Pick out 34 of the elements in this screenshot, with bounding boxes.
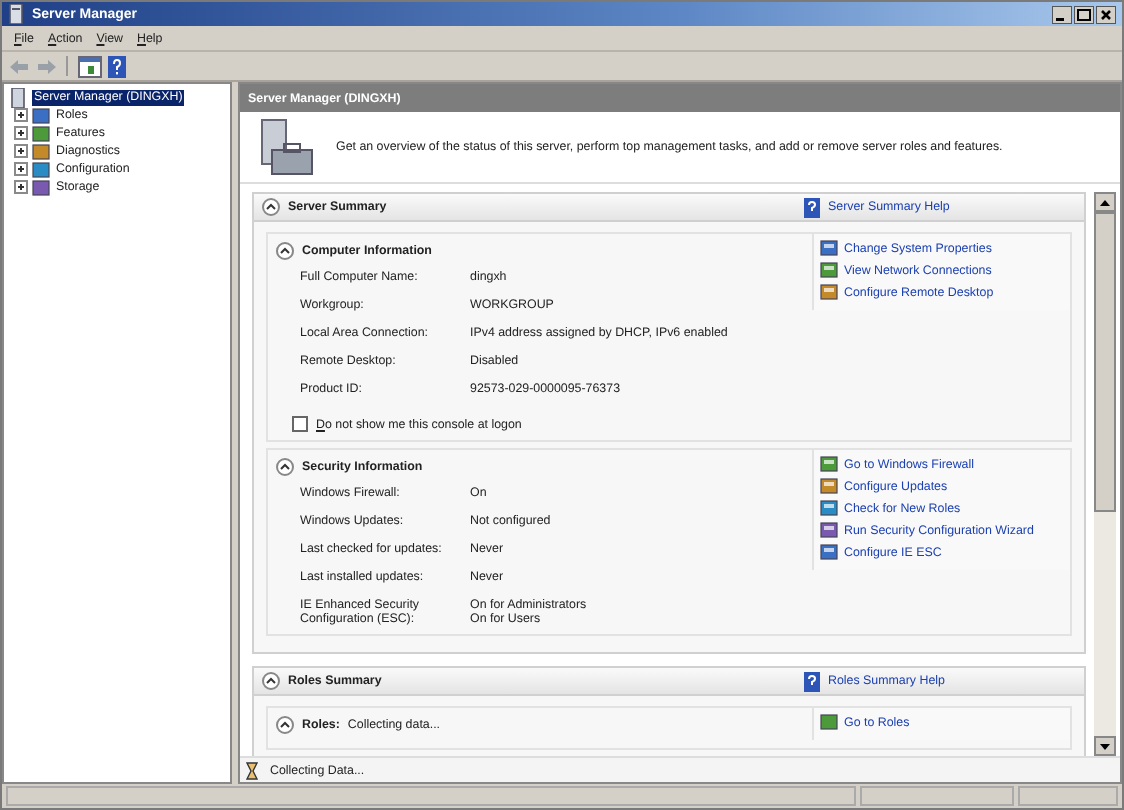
expand-icon[interactable] [14,180,28,194]
task-icon [820,240,838,256]
console-tree-icon[interactable] [78,55,102,77]
task-icon [820,456,838,472]
help-icon [804,671,820,691]
task-icon [820,714,838,730]
help-icon[interactable] [108,55,126,77]
expand-icon[interactable] [14,162,28,176]
server-toolbox-icon [256,117,316,177]
task-icon [820,500,838,516]
collapse-icon[interactable] [262,672,280,690]
checkbox[interactable] [292,416,308,432]
scrollbar[interactable] [1094,192,1116,756]
expand-icon[interactable] [14,108,28,122]
server-icon [8,4,26,24]
help-icon [804,197,820,217]
task-icon [820,544,838,560]
minimize-button[interactable] [1052,5,1072,23]
collapse-icon[interactable] [276,457,294,475]
collapse-icon[interactable] [262,198,280,216]
task-icon [820,522,838,538]
task-icon [820,262,838,278]
server-icon [8,87,28,107]
expand-icon[interactable] [14,126,28,140]
expand-icon[interactable] [14,144,28,158]
collapse-icon[interactable] [276,241,294,259]
task-icon [820,478,838,494]
close-button[interactable] [1096,5,1116,23]
status-pane [1018,786,1118,806]
maximize-button[interactable] [1074,5,1094,23]
collapse-icon[interactable] [276,715,294,733]
hourglass-icon [246,761,258,779]
scroll-down-arrow-icon[interactable] [1096,738,1114,754]
task-icon [820,284,838,300]
